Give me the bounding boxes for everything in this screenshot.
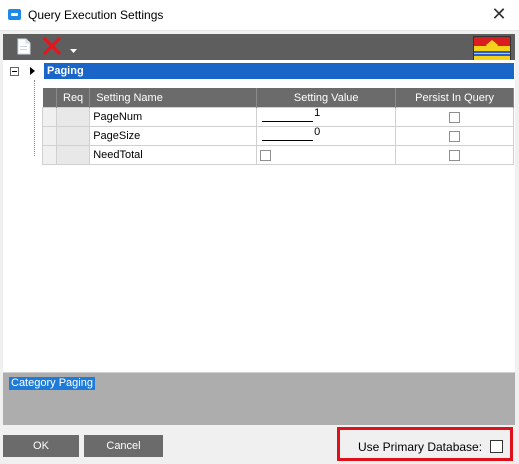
settings-grid: Paging Req Setting Name Setting Value Pe… bbox=[3, 60, 515, 372]
table-row[interactable]: NeedTotal bbox=[42, 145, 514, 165]
persist-cell bbox=[395, 145, 514, 165]
column-header-persist[interactable]: Persist In Query bbox=[395, 88, 514, 108]
delete-x-icon[interactable] bbox=[43, 37, 61, 55]
category-band[interactable]: Paging bbox=[44, 63, 514, 79]
table-row[interactable]: PageSize 0 bbox=[42, 126, 514, 146]
column-header-req[interactable]: Req bbox=[56, 88, 91, 108]
dropdown-arrow-icon[interactable] bbox=[70, 49, 77, 54]
req-cell bbox=[55, 107, 91, 127]
req-cell bbox=[55, 126, 91, 146]
primary-database-checkbox[interactable] bbox=[490, 440, 503, 453]
row-indicator-icon bbox=[30, 67, 35, 75]
setting-name-cell[interactable]: PageNum bbox=[89, 107, 258, 127]
value-field[interactable]: 1 bbox=[262, 107, 320, 122]
description-text: Category Paging bbox=[9, 377, 95, 390]
setting-name-cell[interactable]: PageSize bbox=[89, 126, 258, 146]
persist-cell bbox=[395, 126, 514, 146]
setting-value-cell[interactable]: 0 bbox=[256, 126, 397, 146]
table-row[interactable]: PageNum 1 bbox=[42, 107, 514, 127]
persist-checkbox[interactable] bbox=[449, 130, 461, 142]
row-gutter bbox=[42, 145, 57, 165]
toolbar bbox=[3, 34, 515, 61]
persist-checkbox[interactable] bbox=[449, 149, 461, 161]
req-cell bbox=[55, 145, 91, 165]
table-header-row: Req Setting Name Setting Value Persist I… bbox=[42, 88, 514, 108]
title-bar: Query Execution Settings ✕ bbox=[0, 0, 519, 31]
setting-value-text: 0 bbox=[314, 126, 321, 138]
collapse-toggle[interactable] bbox=[10, 67, 19, 76]
primary-database-label: Use Primary Database: bbox=[358, 440, 483, 454]
cancel-button[interactable]: Cancel bbox=[84, 435, 163, 457]
setting-name-cell[interactable]: NeedTotal bbox=[89, 145, 258, 165]
settings-table: Req Setting Name Setting Value Persist I… bbox=[42, 88, 514, 165]
close-button[interactable]: ✕ bbox=[489, 4, 509, 24]
ok-button[interactable]: OK bbox=[3, 435, 79, 457]
persist-cell bbox=[395, 107, 514, 127]
setting-value-checkbox[interactable] bbox=[260, 149, 272, 161]
setting-value-text: 1 bbox=[314, 107, 321, 119]
column-header-gutter bbox=[42, 88, 57, 108]
window-title: Query Execution Settings bbox=[28, 8, 164, 22]
row-gutter bbox=[42, 107, 57, 127]
description-panel: Category Paging bbox=[3, 372, 515, 425]
column-header-setting-value[interactable]: Setting Value bbox=[256, 88, 397, 108]
persist-checkbox[interactable] bbox=[449, 111, 461, 123]
tree-line bbox=[34, 80, 35, 156]
setting-value-cell[interactable] bbox=[256, 145, 397, 165]
setting-value-cell[interactable]: 1 bbox=[256, 107, 397, 127]
value-field[interactable]: 0 bbox=[262, 126, 320, 141]
row-gutter bbox=[42, 126, 57, 146]
app-icon bbox=[8, 9, 21, 20]
flag-icon bbox=[473, 36, 511, 61]
column-header-setting-name[interactable]: Setting Name bbox=[89, 88, 258, 108]
new-document-icon[interactable] bbox=[17, 38, 31, 55]
primary-database-highlight: Use Primary Database: bbox=[337, 427, 513, 461]
